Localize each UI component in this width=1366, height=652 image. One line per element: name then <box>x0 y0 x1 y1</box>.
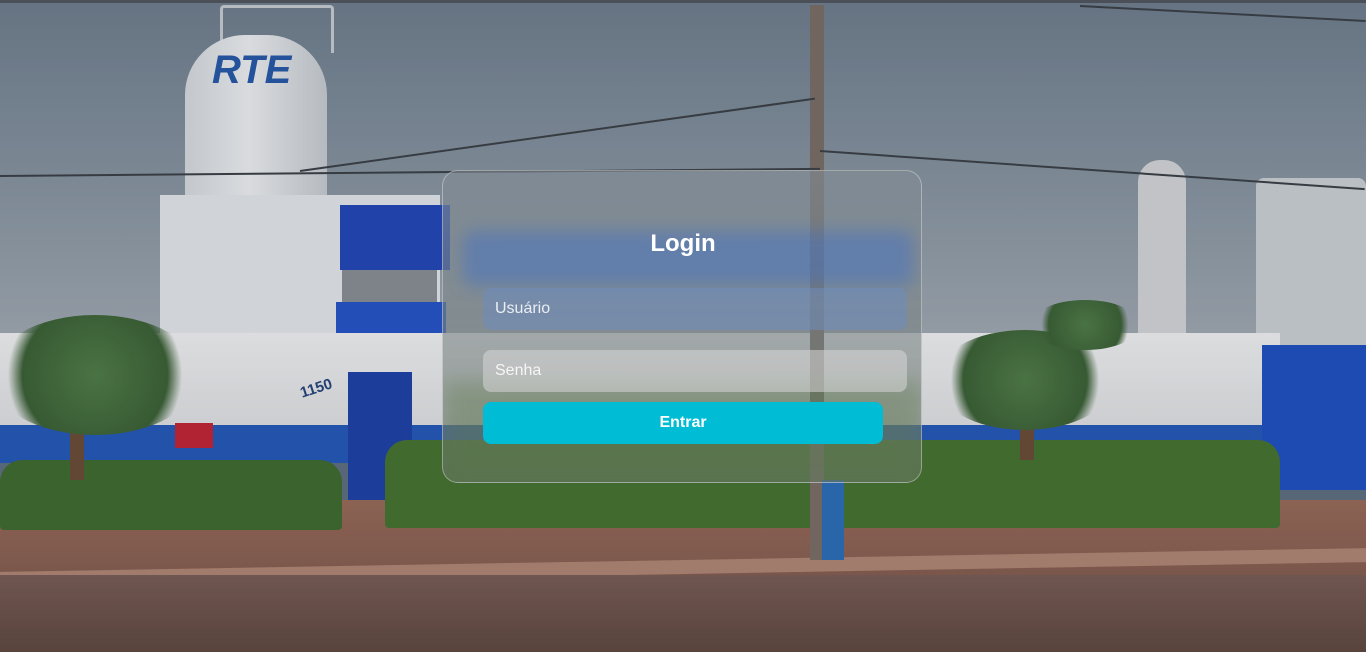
login-button[interactable]: Entrar <box>483 402 883 444</box>
top-border <box>0 0 1366 3</box>
password-input[interactable] <box>483 350 907 392</box>
login-title: Login <box>650 230 716 257</box>
username-input[interactable] <box>483 288 907 330</box>
login-card: Login Entrar <box>442 170 922 483</box>
